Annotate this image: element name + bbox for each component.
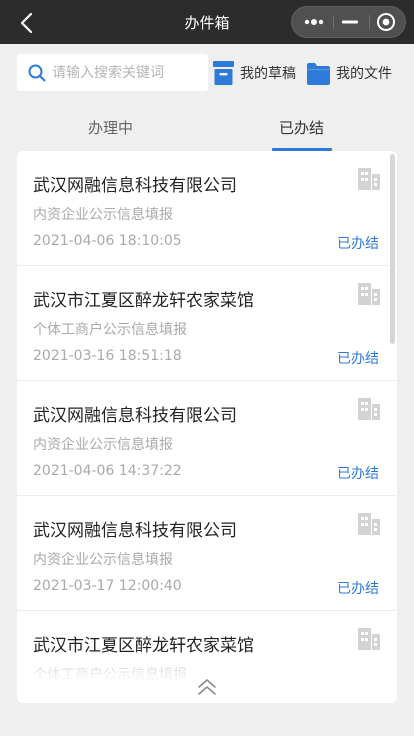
my-drafts-label: 我的草稿	[240, 66, 296, 82]
building-icon	[358, 283, 380, 305]
double-chevron-up-icon	[198, 679, 216, 695]
close-miniprogram-button[interactable]	[368, 7, 404, 37]
item-timestamp: 2021-03-17 12:00:40	[33, 578, 182, 594]
item-timestamp: 2021-04-06 18:10:05	[33, 233, 182, 249]
item-form-type: 个体工商户公示信息填报	[33, 322, 187, 338]
list-item[interactable]: 武汉市江夏区醉龙轩农家菜馆 个体工商户公示信息填报 2021-03-16 18:…	[17, 266, 397, 381]
item-company-name: 武汉网融信息科技有限公司	[33, 521, 237, 541]
item-status: 已办结	[337, 466, 379, 482]
item-company-name: 武汉市江夏区醉龙轩农家菜馆	[33, 291, 254, 311]
tab-in-progress[interactable]: 办理中	[88, 117, 133, 138]
item-company-name: 武汉网融信息科技有限公司	[33, 176, 237, 196]
item-timestamp: 2021-04-06 14:37:22	[33, 463, 182, 479]
my-files-label: 我的文件	[336, 66, 392, 82]
item-form-type: 内资企业公示信息填报	[33, 207, 173, 223]
top-navigation-bar: 办件箱	[0, 0, 414, 44]
search-input[interactable]	[52, 64, 202, 81]
more-dots-icon	[304, 19, 324, 25]
minus-icon	[342, 20, 358, 24]
list-item[interactable]: 武汉网融信息科技有限公司 内资企业公示信息填报 2021-04-06 14:37…	[17, 381, 397, 496]
minimize-button[interactable]	[332, 7, 368, 37]
my-files-link[interactable]: 我的文件	[307, 60, 392, 86]
list-scrollbar[interactable]	[390, 154, 395, 344]
mini-program-capsule	[291, 6, 406, 38]
folder-icon	[307, 62, 330, 85]
item-form-type: 内资企业公示信息填报	[33, 437, 173, 453]
search-box[interactable]	[17, 54, 208, 91]
item-status: 已办结	[337, 581, 379, 597]
building-icon	[358, 513, 380, 535]
item-status: 已办结	[337, 351, 379, 367]
scroll-to-top-button[interactable]	[195, 675, 219, 699]
list-item[interactable]: 武汉网融信息科技有限公司 内资企业公示信息填报 2021-03-17 12:00…	[17, 496, 397, 611]
item-form-type: 内资企业公示信息填报	[33, 552, 173, 568]
drafts-box-icon	[213, 61, 234, 85]
tab-completed[interactable]: 已办结	[279, 117, 324, 138]
more-button[interactable]	[296, 7, 332, 37]
building-icon	[358, 628, 380, 650]
my-drafts-link[interactable]: 我的草稿	[213, 60, 296, 86]
item-timestamp: 2021-03-16 18:51:18	[33, 348, 182, 364]
building-icon	[358, 168, 380, 190]
case-list: 武汉网融信息科技有限公司 内资企业公示信息填报 2021-04-06 18:10…	[17, 151, 397, 703]
search-icon	[28, 64, 46, 81]
list-item[interactable]: 武汉网融信息科技有限公司 内资企业公示信息填报 2021-04-06 18:10…	[17, 151, 397, 266]
item-company-name: 武汉网融信息科技有限公司	[33, 406, 237, 426]
item-status: 已办结	[337, 236, 379, 252]
item-company-name: 武汉市江夏区醉龙轩农家菜馆	[33, 636, 254, 656]
building-icon	[358, 398, 380, 420]
target-circle-icon	[377, 13, 395, 31]
